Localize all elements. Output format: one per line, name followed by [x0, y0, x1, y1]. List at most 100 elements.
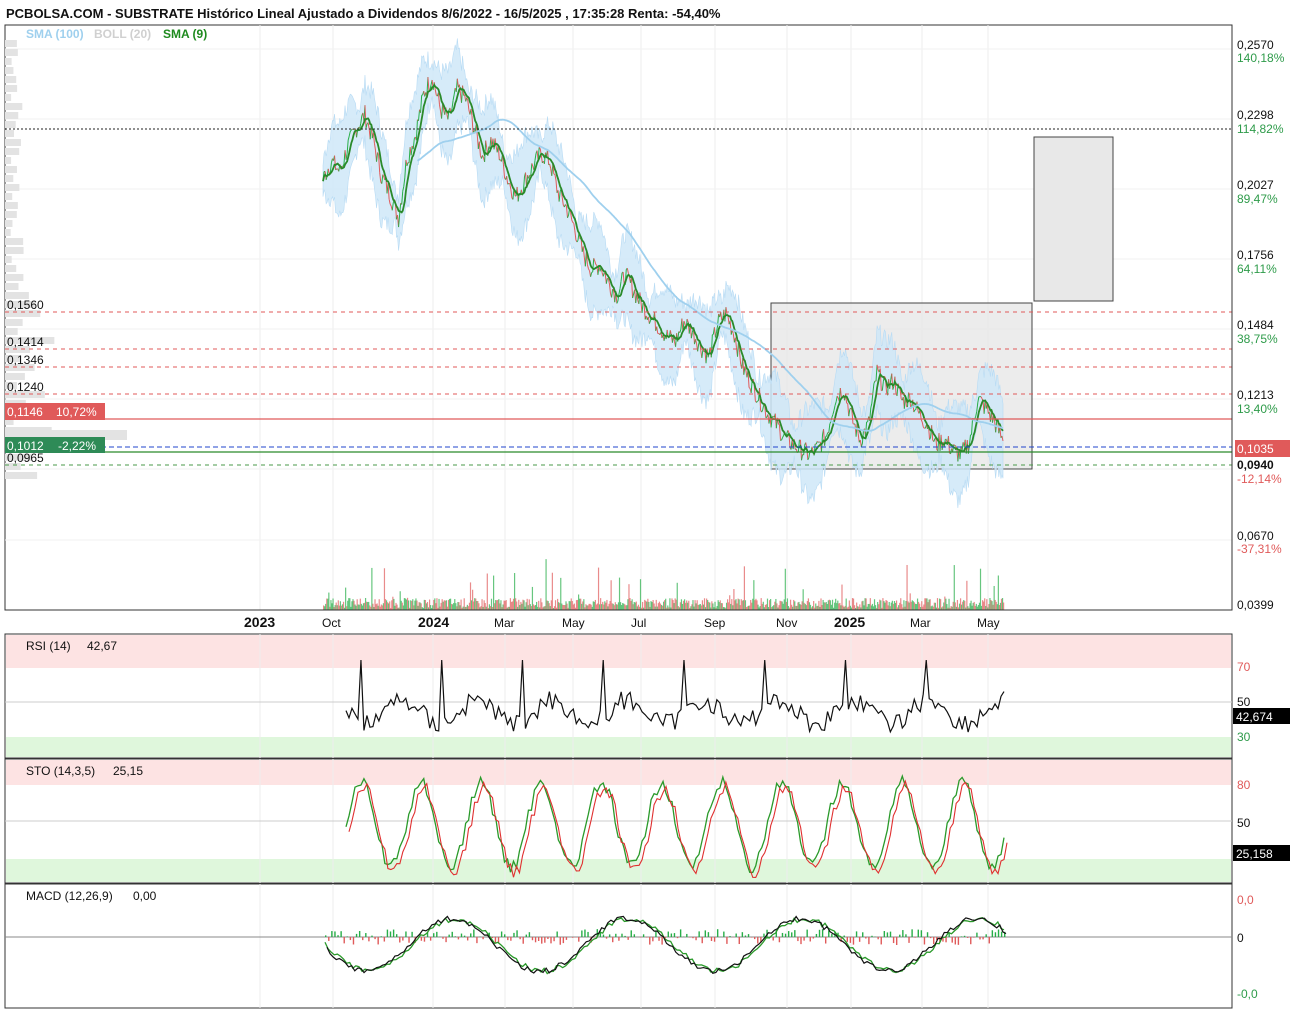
volume-bar [889, 606, 891, 610]
volume-profile-bar [5, 112, 19, 119]
volume-bar [916, 598, 919, 610]
volume-bar [448, 598, 451, 610]
volume-bar [347, 600, 349, 610]
volume-bar [523, 600, 525, 610]
macd-histogram-bar [355, 933, 358, 937]
volume-bar [368, 601, 370, 610]
legend-boll: BOLL (20) [94, 27, 151, 41]
macd-histogram-bar [849, 937, 852, 943]
volume-bar [338, 605, 340, 610]
volume-bar [618, 577, 621, 610]
marker-high: 0,1146 10,72% [5, 403, 105, 420]
price-segment [712, 333, 714, 336]
macd-histogram-bar [670, 933, 673, 937]
volume-bar [828, 599, 831, 610]
volume-bar [349, 598, 351, 610]
volume-bar [636, 606, 638, 610]
macd-histogram-bar [963, 935, 966, 937]
volume-bar [337, 600, 339, 610]
volume-bar [384, 599, 387, 610]
x-tick-jul: Jul [631, 616, 646, 630]
macd-histogram-bar [454, 936, 457, 937]
price-segment [507, 183, 510, 185]
volume-bar [822, 599, 824, 610]
volume-bar [978, 602, 981, 610]
volume-bar [529, 604, 531, 610]
volume-bar [921, 601, 923, 610]
volume-bar [622, 603, 624, 610]
volume-bar [472, 589, 474, 610]
volume-bar [609, 600, 611, 610]
volume-bar [588, 603, 590, 610]
volume-bar [709, 602, 711, 610]
volume-bar [597, 567, 600, 610]
volume-bar [938, 598, 941, 610]
macd-histogram-bar [726, 937, 728, 944]
volume-bar [351, 601, 353, 610]
x-tick-may: May [562, 616, 585, 630]
volume-bar [366, 601, 368, 610]
volume-bar [829, 600, 832, 610]
volume-bar [986, 599, 988, 610]
volume-bar [474, 598, 476, 610]
volume-bar [462, 606, 464, 610]
macd-histogram-bar [565, 937, 568, 940]
volume-bar [730, 603, 732, 610]
volume-profile-bar [5, 328, 18, 335]
macd-histogram-bar [433, 933, 435, 937]
sto-last: 25,158 [1236, 847, 1273, 861]
volume-bar [428, 599, 431, 610]
volume-bar [796, 605, 798, 610]
macd-histogram-bar [1000, 931, 1003, 937]
volume-bar [531, 586, 534, 610]
volume-bar [805, 605, 807, 610]
macd-level-zero: 0 [1237, 931, 1244, 945]
volume-bar [772, 606, 774, 610]
y-tick-labels: 0,2570 140,18% 0,2298 114,82% 0,2027 89,… [1237, 38, 1285, 612]
macd-histogram-bar [997, 929, 1000, 937]
volume-bar [795, 605, 797, 610]
volume-bar [953, 565, 955, 610]
volume-bar [885, 600, 887, 610]
volume-bar [628, 584, 630, 610]
volume-bar [982, 600, 984, 610]
volume-bar [356, 599, 358, 610]
volume-bar [645, 600, 647, 610]
volume-bar [543, 606, 545, 610]
volume-bar [563, 604, 565, 610]
volume-bar [410, 600, 412, 610]
volume-bar [651, 602, 653, 610]
volume-bar [575, 600, 578, 610]
volume-bar [835, 598, 837, 610]
y-pct-0: 140,18% [1237, 51, 1285, 65]
volume-bar [882, 598, 884, 610]
volume-bar [959, 598, 962, 610]
volume-profile-bar [5, 319, 23, 326]
macd-histogram-bar [491, 937, 494, 939]
x-tick-may-2025: May [977, 616, 1000, 630]
volume-bar [526, 598, 528, 610]
volume-profile-bar [5, 202, 18, 209]
volume-bar [974, 605, 976, 610]
volume-bar [905, 600, 907, 610]
volume-bar [970, 600, 972, 610]
volume-bar [657, 603, 659, 610]
volume-profile-bar [5, 265, 17, 272]
volume-bar [647, 598, 649, 610]
volume-bar [486, 573, 488, 610]
volume-bar [1001, 598, 1004, 610]
macd-histogram-bar [380, 936, 382, 937]
volume-bar [440, 602, 442, 610]
volume-bar [475, 598, 477, 610]
volume-profile-bar [5, 40, 17, 47]
volume-profile-bar [5, 157, 12, 164]
volume-bar [650, 601, 652, 610]
macd-histogram-bar [541, 937, 543, 944]
volume-bar [707, 600, 709, 610]
volume-bar [676, 582, 678, 610]
volume-bar [658, 601, 661, 610]
macd-histogram-bar [812, 937, 815, 939]
volume-profile-bar [5, 229, 11, 236]
volume-bar [886, 600, 888, 610]
volume-bar [513, 573, 516, 610]
